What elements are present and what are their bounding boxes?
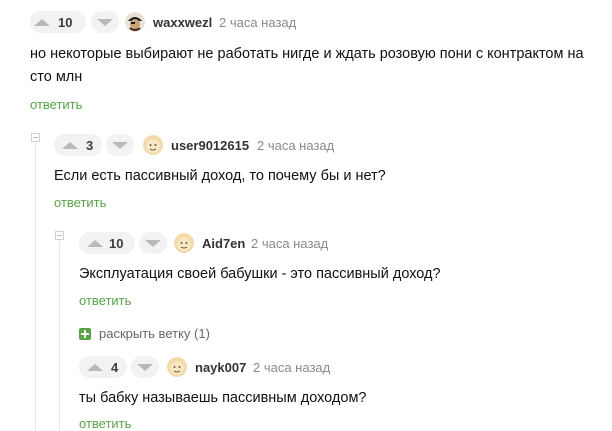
comment-username[interactable]: nayk007 — [195, 360, 246, 375]
downvote-button[interactable] — [106, 134, 134, 156]
downvote-icon — [112, 141, 128, 149]
comment-text: Эксплуатация своей бабушки - это пассивн… — [79, 266, 441, 282]
reply-link[interactable]: ответить — [79, 293, 131, 308]
comment-timestamp[interactable]: 2 часа назад — [251, 236, 328, 251]
avatar[interactable] — [143, 135, 163, 155]
comment-username[interactable]: waxxwezl — [153, 15, 212, 30]
downvote-button[interactable] — [91, 11, 119, 33]
avatar-default-icon — [167, 357, 187, 377]
reply-link[interactable]: ответить — [79, 416, 131, 431]
comment-timestamp[interactable]: 2 часа назад — [219, 15, 296, 30]
downvote-button[interactable] — [131, 356, 159, 378]
avatar-pirate-icon — [125, 12, 145, 32]
expand-branch-button[interactable]: раскрыть ветку (1) — [79, 326, 210, 341]
upvote-icon[interactable] — [87, 363, 103, 371]
comment-text: но некоторые выбирают не работать нигде … — [30, 46, 584, 85]
thread-line-level-1 — [35, 143, 36, 431]
downvote-icon — [145, 239, 161, 247]
comment-text: Если есть пассивный доход, то почему бы … — [54, 168, 386, 184]
comment-timestamp[interactable]: 2 часа назад — [257, 138, 334, 153]
avatar[interactable] — [167, 357, 187, 377]
upvote-icon[interactable] — [62, 141, 78, 149]
avatar-default-icon — [143, 135, 163, 155]
comment-text: ты бабку называешь пассивным доходом? — [79, 390, 367, 406]
comment-username[interactable]: Aid7en — [202, 236, 245, 251]
downvote-icon — [137, 363, 153, 371]
avatar[interactable] — [174, 233, 194, 253]
expand-branch-label: раскрыть ветку (1) — [99, 326, 210, 341]
vote-up-widget[interactable]: 10 — [79, 232, 135, 254]
vote-up-widget[interactable]: 4 — [79, 356, 127, 378]
downvote-button[interactable] — [139, 232, 167, 254]
thread-line-level-2 — [59, 241, 60, 431]
collapse-thread-button[interactable] — [55, 231, 64, 240]
comment-timestamp[interactable]: 2 часа назад — [253, 360, 330, 375]
comment-username[interactable]: user9012615 — [171, 138, 249, 153]
upvote-icon[interactable] — [87, 239, 103, 247]
comment-rating: 3 — [86, 137, 94, 153]
vote-up-widget[interactable]: 10 — [30, 11, 86, 33]
plus-icon — [79, 327, 91, 340]
comment-rating: 10 — [109, 235, 124, 251]
avatar-default-icon — [174, 233, 194, 253]
downvote-icon — [97, 18, 113, 26]
comment-rating: 10 — [58, 14, 73, 30]
upvote-icon[interactable] — [34, 18, 50, 26]
reply-link[interactable]: ответить — [30, 97, 82, 112]
avatar[interactable] — [125, 12, 145, 32]
reply-link[interactable]: ответить — [54, 195, 106, 210]
comment-rating: 4 — [111, 359, 119, 375]
vote-up-widget[interactable]: 3 — [54, 134, 102, 156]
collapse-thread-button[interactable] — [31, 133, 40, 142]
